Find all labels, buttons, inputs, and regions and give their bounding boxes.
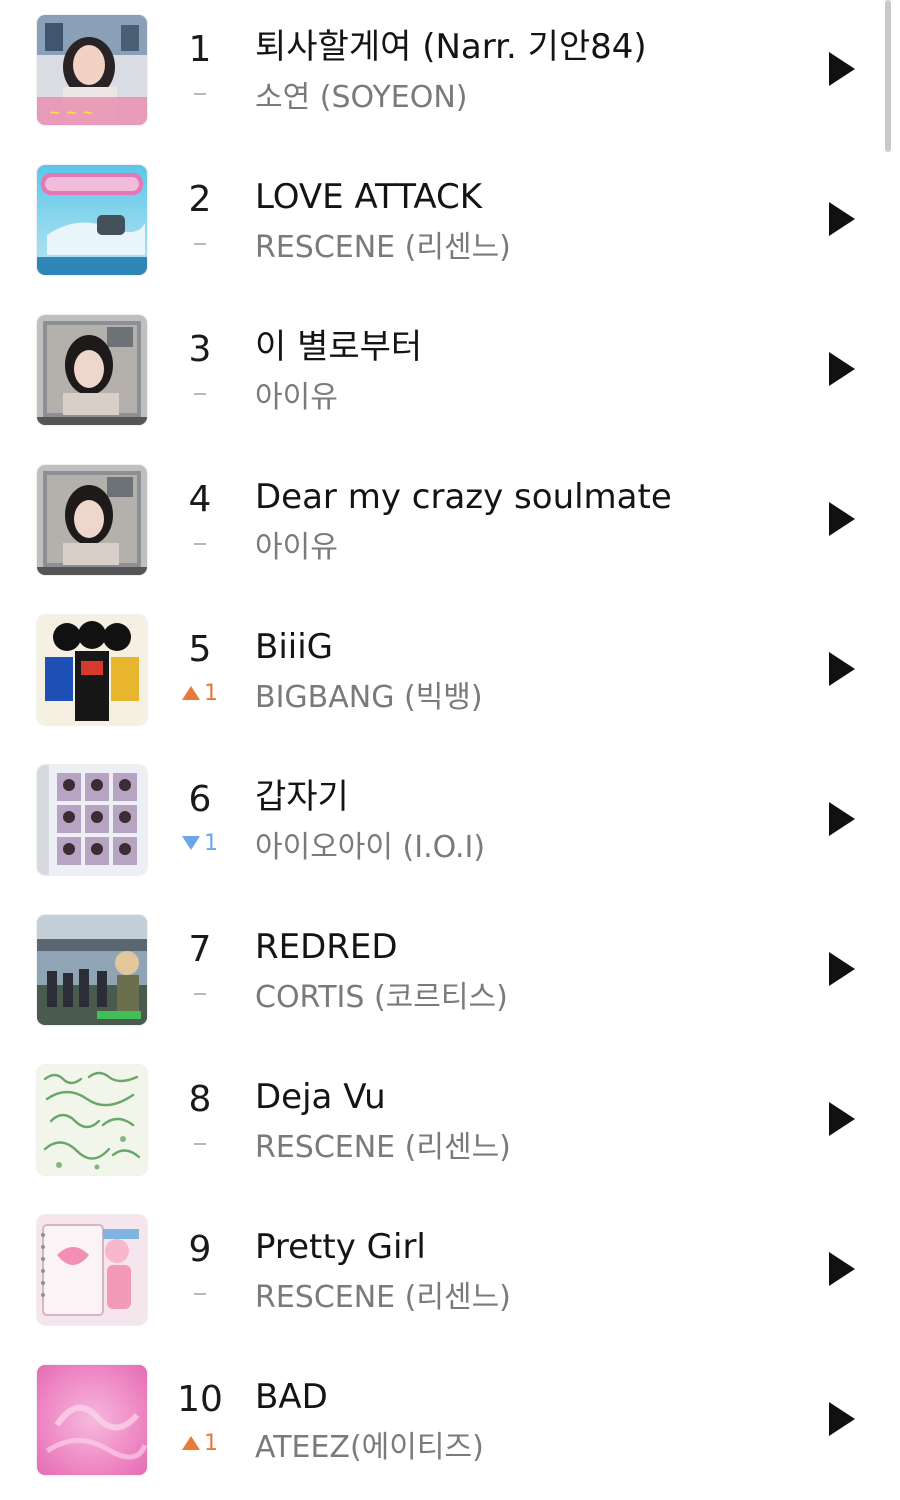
rank-number: 3 <box>188 329 212 370</box>
rank-change-amount: 1 <box>204 831 218 856</box>
artist-name[interactable]: ATEEZ(에이티즈) <box>255 1428 795 1468</box>
no-change-dash-icon <box>194 543 206 545</box>
artist-name[interactable]: 소연 (SOYEON) <box>255 78 795 118</box>
play-icon[interactable] <box>818 1242 864 1294</box>
artist-name[interactable]: RESCENE (리센느) <box>255 228 795 268</box>
song-title[interactable]: BAD <box>255 1374 795 1420</box>
rank-change-same <box>172 530 228 558</box>
no-change-dash-icon <box>194 993 206 995</box>
album-cover-4[interactable] <box>37 465 147 575</box>
rank-change-amount: 1 <box>204 1431 218 1456</box>
rank-number: 7 <box>188 929 212 970</box>
no-change-dash-icon <box>194 1143 206 1145</box>
album-art-4 <box>37 465 147 575</box>
album-art-6 <box>37 765 147 875</box>
rank-number: 8 <box>188 1079 212 1120</box>
play-icon[interactable] <box>818 942 864 994</box>
rank-change-same <box>172 1280 228 1308</box>
play-icon[interactable] <box>818 492 864 544</box>
album-art-8 <box>37 1065 147 1175</box>
rank-change-same <box>172 230 228 258</box>
album-art-7 <box>37 915 147 1025</box>
song-title[interactable]: Deja Vu <box>255 1074 795 1120</box>
chart-row-8[interactable]: 8 Deja Vu RESCENE (리센느) <box>0 1050 880 1200</box>
rank-change-up: 1 <box>172 680 228 708</box>
rank-change-same <box>172 380 228 408</box>
album-cover-6[interactable] <box>37 765 147 875</box>
chart-row-6[interactable]: 6 1 갑자기 아이오아이 (I.O.I) <box>0 750 880 900</box>
chart-row-9[interactable]: 9 Pretty Girl RESCENE (리센느) <box>0 1200 880 1350</box>
song-title[interactable]: 갑자기 <box>255 774 795 820</box>
song-title[interactable]: REDRED <box>255 924 795 970</box>
rank-change-down: 1 <box>172 830 228 858</box>
no-change-dash-icon <box>194 93 206 95</box>
chart-row-5[interactable]: 5 1 BiiiG BIGBANG (빅뱅) <box>0 600 880 750</box>
chart-row-4[interactable]: 4 Dear my crazy soulmate 아이유 <box>0 450 880 600</box>
artist-name[interactable]: BIGBANG (빅뱅) <box>255 678 795 718</box>
artist-name[interactable]: RESCENE (리센느) <box>255 1278 795 1318</box>
album-cover-5[interactable] <box>37 615 147 725</box>
artist-name[interactable]: 아이유 <box>255 528 795 568</box>
artist-name[interactable]: 아이오아이 (I.O.I) <box>255 828 795 868</box>
artist-name[interactable]: RESCENE (리센느) <box>255 1128 795 1168</box>
album-cover-9[interactable] <box>37 1215 147 1325</box>
rank-number: 5 <box>188 629 212 670</box>
rank-number: 4 <box>188 479 212 520</box>
svg-text:~ ~ ~: ~ ~ ~ <box>49 105 94 121</box>
song-title[interactable]: Dear my crazy soulmate <box>255 474 795 520</box>
album-cover-1[interactable]: ~ ~ ~ <box>37 15 147 125</box>
chart-list: ~ ~ ~ 1 퇴사할게여 (Narr. 기안84) 소연 (SOYEON) 2… <box>0 0 900 1476</box>
album-cover-8[interactable] <box>37 1065 147 1175</box>
album-art-1: ~ ~ ~ <box>37 15 147 125</box>
song-title[interactable]: BiiiG <box>255 624 795 670</box>
play-icon[interactable] <box>818 342 864 394</box>
song-title[interactable]: Pretty Girl <box>255 1224 795 1270</box>
song-title[interactable]: 이 별로부터 <box>255 324 795 370</box>
rank-change-same <box>172 980 228 1008</box>
no-change-dash-icon <box>194 243 206 245</box>
chart-row-2[interactable]: 2 LOVE ATTACK RESCENE (리센느) <box>0 150 880 300</box>
play-icon[interactable] <box>818 42 864 94</box>
rank-number: 6 <box>188 779 212 820</box>
album-art-9 <box>37 1215 147 1325</box>
rank-up-arrow-icon <box>182 1435 200 1450</box>
rank-number: 2 <box>188 179 212 220</box>
play-icon[interactable] <box>818 642 864 694</box>
rank-change-same <box>172 1130 228 1158</box>
rank-down-arrow-icon <box>182 835 200 850</box>
album-art-3 <box>37 315 147 425</box>
artist-name[interactable]: CORTIS (코르티스) <box>255 978 795 1018</box>
rank-up-arrow-icon <box>182 685 200 700</box>
chart-row-1[interactable]: ~ ~ ~ 1 퇴사할게여 (Narr. 기안84) 소연 (SOYEON) <box>0 0 880 150</box>
artist-name[interactable]: 아이유 <box>255 378 795 418</box>
album-cover-3[interactable] <box>37 315 147 425</box>
rank-change-amount: 1 <box>204 681 218 706</box>
play-icon[interactable] <box>818 192 864 244</box>
rank-number: 9 <box>188 1229 212 1270</box>
album-cover-10[interactable] <box>37 1365 147 1475</box>
no-change-dash-icon <box>194 393 206 395</box>
chart-row-10[interactable]: 10 1 BAD ATEEZ(에이티즈) <box>0 1350 880 1500</box>
play-icon[interactable] <box>818 1392 864 1444</box>
rank-change-same <box>172 80 228 108</box>
no-change-dash-icon <box>194 1293 206 1295</box>
rank-number: 1 <box>188 29 212 70</box>
album-cover-7[interactable] <box>37 915 147 1025</box>
song-title[interactable]: 퇴사할게여 (Narr. 기안84) <box>255 24 795 70</box>
rank-change-up: 1 <box>172 1430 228 1458</box>
song-title[interactable]: LOVE ATTACK <box>255 174 795 220</box>
vertical-scrollbar[interactable] <box>885 0 891 152</box>
rank-number: 10 <box>177 1379 223 1420</box>
album-art-5 <box>37 615 147 725</box>
play-icon[interactable] <box>818 792 864 844</box>
album-art-10 <box>37 1365 147 1475</box>
chart-row-3[interactable]: 3 이 별로부터 아이유 <box>0 300 880 450</box>
play-icon[interactable] <box>818 1092 864 1144</box>
album-art-2 <box>37 165 147 275</box>
album-cover-2[interactable] <box>37 165 147 275</box>
chart-row-7[interactable]: 7 REDRED CORTIS (코르티스) <box>0 900 880 1050</box>
